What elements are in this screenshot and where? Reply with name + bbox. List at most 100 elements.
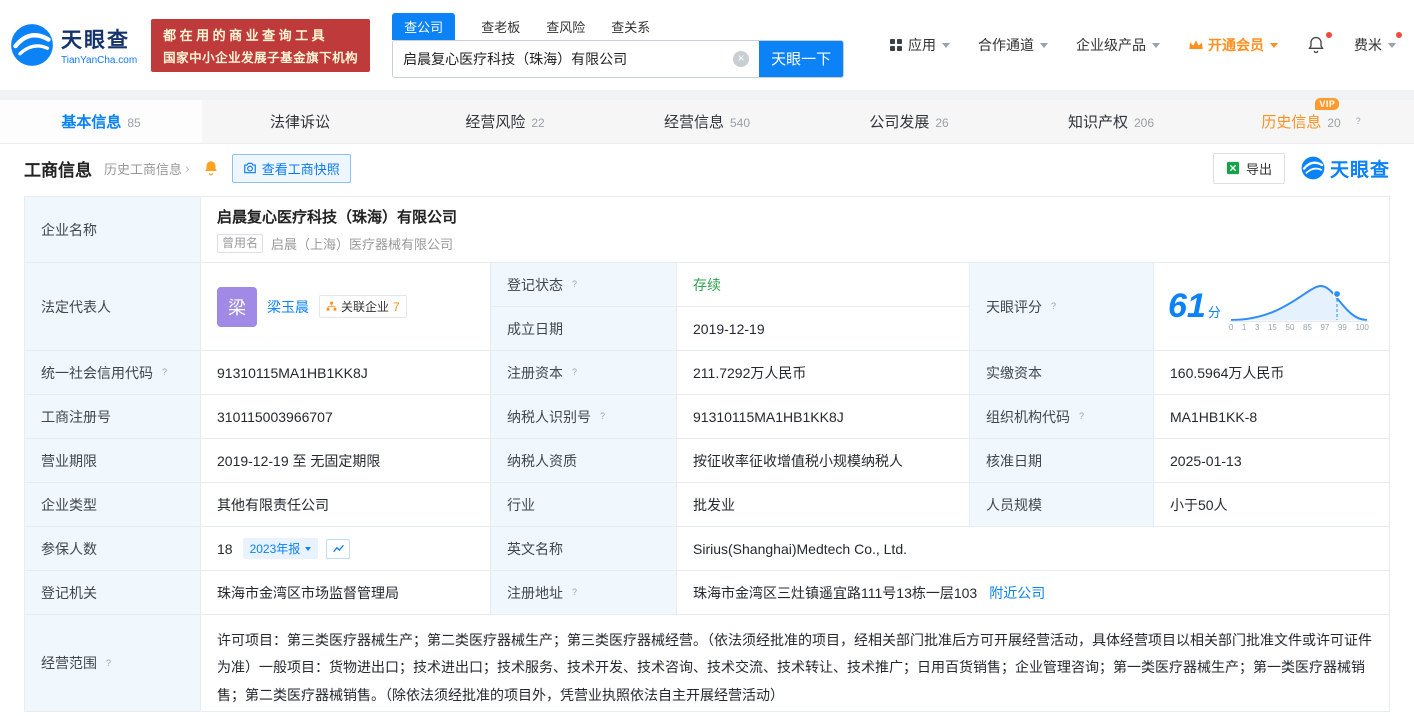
help-icon[interactable] bbox=[568, 278, 581, 291]
clear-search-icon[interactable] bbox=[733, 51, 749, 67]
field-reg-number-label: 工商注册号 bbox=[25, 395, 201, 439]
enterprise-products-menu[interactable]: 企业级产品 bbox=[1076, 35, 1160, 55]
tab-legal-proceedings[interactable]: 法律诉讼 bbox=[202, 100, 404, 143]
related-companies-label: 关联企业 bbox=[341, 298, 389, 315]
field-company-type-label: 企业类型 bbox=[25, 483, 201, 527]
chevron-down-icon bbox=[1270, 43, 1278, 48]
help-icon[interactable] bbox=[158, 366, 171, 379]
tab-intellectual-property[interactable]: 知识产权 206 bbox=[1010, 100, 1212, 143]
field-org-code-label: 组织机构代码 bbox=[970, 395, 1154, 439]
user-notification-dot bbox=[1396, 32, 1402, 38]
tab-label: 历史信息 bbox=[1261, 114, 1321, 131]
score-unit: 分 bbox=[1208, 305, 1221, 320]
tab-basic-info[interactable]: 基本信息 85 bbox=[0, 100, 202, 143]
tab-count: 22 bbox=[531, 116, 544, 130]
search-button-label: 天眼一下 bbox=[771, 51, 831, 68]
field-taxpayer-quality-label: 纳税人资质 bbox=[491, 439, 677, 483]
search-tab-company[interactable]: 查公司 bbox=[392, 13, 455, 40]
nearby-companies-link[interactable]: 附近公司 bbox=[989, 583, 1045, 603]
field-establish-date-value: 2019-12-19 bbox=[677, 307, 970, 351]
logo-text: 天眼查 TianYanCha.com bbox=[61, 24, 137, 66]
brand-domain: TianYanCha.com bbox=[61, 55, 137, 66]
field-reg-status-label: 登记状态 bbox=[491, 263, 677, 307]
help-icon[interactable] bbox=[1047, 300, 1060, 313]
search-tab-boss[interactable]: 查老板 bbox=[481, 13, 520, 40]
field-approval-date-value: 2025-01-13 bbox=[1154, 439, 1389, 483]
camera-icon bbox=[243, 161, 257, 175]
field-taxpayer-id-label: 纳税人识别号 bbox=[491, 395, 677, 439]
tab-history-info[interactable]: 历史信息 VIP 20 bbox=[1212, 100, 1414, 143]
slogan-line-1: 都在用的商业查询工具 bbox=[163, 25, 358, 44]
tab-count: 85 bbox=[127, 116, 140, 130]
field-staff-size-label: 人员规模 bbox=[970, 483, 1154, 527]
help-icon[interactable] bbox=[568, 586, 581, 599]
related-companies-tag[interactable]: 关联企业 7 bbox=[319, 295, 407, 318]
field-industry-value: 批发业 bbox=[677, 483, 970, 527]
tianyancha-watermark: 天眼查 bbox=[1301, 155, 1390, 182]
tab-business-risk[interactable]: 经营风险 22 bbox=[404, 100, 606, 143]
field-reg-number-value: 310115003966707 bbox=[201, 395, 491, 439]
field-company-type-value: 其他有限责任公司 bbox=[201, 483, 491, 527]
help-icon[interactable] bbox=[1075, 410, 1088, 423]
legal-rep-avatar[interactable]: 梁 bbox=[217, 287, 257, 327]
search-button[interactable]: 天眼一下 bbox=[759, 41, 843, 77]
vip-upgrade-menu[interactable]: 开通会员 bbox=[1188, 35, 1278, 55]
user-menu[interactable]: 费米 bbox=[1354, 35, 1396, 55]
chevron-down-icon bbox=[1388, 43, 1396, 48]
chevron-down-icon bbox=[1152, 43, 1160, 48]
insured-trend-icon[interactable] bbox=[326, 539, 350, 559]
status-badge: 存续 bbox=[693, 275, 721, 295]
field-company-name-label: 企业名称 bbox=[25, 197, 201, 263]
tab-business-info[interactable]: 经营信息 540 bbox=[606, 100, 808, 143]
help-icon[interactable] bbox=[102, 657, 115, 670]
excel-icon bbox=[1226, 161, 1240, 175]
field-english-name-label: 英文名称 bbox=[491, 527, 677, 571]
cooperation-menu[interactable]: 合作通道 bbox=[978, 35, 1048, 55]
annual-report-tag[interactable]: 2023年报 bbox=[243, 538, 319, 559]
score-axis: 0131550859799100 bbox=[1229, 323, 1369, 332]
field-taxpayer-id-value: 91310115MA1HB1KK8J bbox=[677, 395, 970, 439]
apps-menu[interactable]: 应用 bbox=[890, 35, 950, 55]
subscribe-bell-icon[interactable] bbox=[202, 159, 220, 177]
field-industry-label: 行业 bbox=[491, 483, 677, 527]
slogan-line-2: 国家中小企业发展子基金旗下机构 bbox=[163, 47, 358, 66]
help-icon[interactable] bbox=[596, 410, 609, 423]
search-tabs: 查公司 查老板 查风险 查关系 bbox=[392, 13, 844, 40]
vip-upgrade-label: 开通会员 bbox=[1208, 35, 1264, 55]
tab-count: 540 bbox=[730, 116, 750, 130]
tab-company-development[interactable]: 公司发展 26 bbox=[808, 100, 1010, 143]
field-insured-count-label: 参保人数 bbox=[25, 527, 201, 571]
toolbar-right-group: 导出 天眼查 bbox=[1213, 153, 1390, 184]
tab-label: 经营风险 bbox=[465, 111, 525, 132]
search-tab-relation[interactable]: 查关系 bbox=[611, 13, 650, 40]
bell-icon bbox=[1306, 35, 1326, 55]
search-tab-risk[interactable]: 查风险 bbox=[546, 13, 585, 40]
notifications-bell[interactable] bbox=[1306, 35, 1326, 55]
search-input[interactable] bbox=[393, 41, 733, 77]
field-business-scope-label: 经营范围 bbox=[25, 615, 201, 711]
field-org-code-value: MA1HB1KK-8 bbox=[1154, 395, 1389, 439]
export-button[interactable]: 导出 bbox=[1213, 153, 1285, 184]
chevron-down-icon bbox=[305, 547, 311, 551]
field-score-label: 天眼评分 bbox=[970, 263, 1154, 351]
score-curve bbox=[1229, 282, 1369, 322]
help-icon[interactable] bbox=[568, 366, 581, 379]
field-english-name-value: Sirius(Shanghai)Medtech Co., Ltd. bbox=[677, 527, 1389, 571]
business-info-table: 企业名称 启晨复心医疗科技（珠海）有限公司 曾用名 启晨（上海）医疗器械有限公司… bbox=[24, 196, 1390, 712]
field-business-scope-value: 许可项目：第三类医疗器械生产；第二类医疗器械生产；第三类医疗器械经营。（依法须经… bbox=[201, 615, 1389, 711]
org-chart-icon bbox=[326, 301, 337, 312]
history-business-info-link[interactable]: 历史工商信息 bbox=[104, 159, 190, 178]
help-icon[interactable] bbox=[1352, 115, 1365, 128]
related-companies-count: 7 bbox=[393, 300, 400, 314]
site-logo[interactable]: 天眼查 TianYanCha.com bbox=[10, 23, 137, 67]
score-number: 61 bbox=[1168, 287, 1206, 325]
legal-rep-name-link[interactable]: 梁玉晨 bbox=[267, 297, 309, 317]
former-name-tag: 曾用名 bbox=[217, 234, 263, 253]
field-staff-size-value: 小于50人 bbox=[1154, 483, 1389, 527]
site-header: 天眼查 TianYanCha.com 都在用的商业查询工具 国家中小企业发展子基… bbox=[0, 0, 1414, 90]
field-score-value: 61分 0131550859799100 bbox=[1154, 263, 1389, 351]
tab-label: 公司发展 bbox=[869, 111, 929, 132]
field-reg-capital-label: 注册资本 bbox=[491, 351, 677, 395]
snapshot-button[interactable]: 查看工商快照 bbox=[232, 154, 351, 183]
field-paid-capital-label: 实缴资本 bbox=[970, 351, 1154, 395]
